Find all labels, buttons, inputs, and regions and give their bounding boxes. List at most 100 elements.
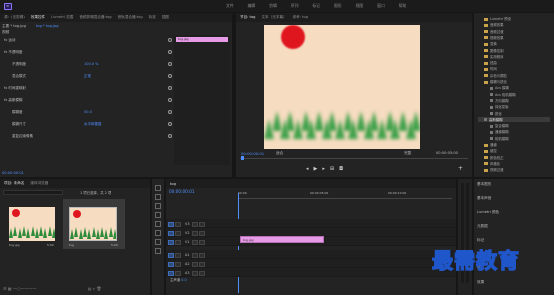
right-panel-item[interactable]: 基本声音 [474,195,554,209]
tab[interactable]: 音频剪辑混合器:tog [79,15,111,20]
track-visibility-toggle[interactable] [199,221,206,227]
reset-icon[interactable] [168,50,172,54]
tab[interactable]: 媒体浏览器 [30,181,48,186]
effects-list-item[interactable]: 通道 [484,142,497,147]
insert-icon[interactable]: ⊞ [330,166,339,172]
effect-row[interactable]: 不透明度 100.0 % [4,61,174,67]
menu-item[interactable]: 帮助 [399,3,407,9]
track-visibility-toggle[interactable] [199,261,206,267]
reset-icon[interactable] [168,86,172,90]
effects-list-item[interactable]: 视频效果 [484,35,504,40]
menu-item[interactable]: 序列 [291,3,299,9]
transport-controls[interactable]: ◂▶▸⊞◘ [306,166,348,172]
razor-tool-icon[interactable] [155,212,161,218]
track-lock-toggle[interactable] [192,270,199,276]
effects-list-item[interactable]: 音频效果 [484,22,504,27]
effects-list-item[interactable]: 风格化 [484,161,500,166]
effects-list-item[interactable]: Lumetri 预设 [484,16,511,21]
menu-item[interactable]: 文件 [226,3,234,9]
icon-view-icon[interactable]: ▦ [8,286,12,291]
track-lock-toggle[interactable] [192,239,199,245]
tab[interactable]: 参考: tog [293,15,308,20]
effects-list-item[interactable]: 通道模糊 [490,129,509,134]
track-target-toggle[interactable] [168,252,174,258]
tab-sequence[interactable]: tog [170,182,176,186]
pen-tool-icon[interactable] [155,230,161,236]
effect-row[interactable]: fx 运动 [4,37,174,43]
timeline-track[interactable]: A2 [166,259,456,268]
reset-icon[interactable] [168,98,172,102]
track-sync-toggle[interactable] [175,239,181,245]
effects-list-item[interactable]: 复合模糊 [490,123,509,128]
tab[interactable]: 源：(无剪辑) [4,15,25,20]
effect-row-value[interactable]: 水平和垂直 [84,121,102,127]
right-panel-item[interactable]: 元数据 [474,223,554,237]
track-lock-toggle[interactable] [192,221,199,227]
track-sync-toggle[interactable] [175,270,181,276]
track-target-toggle[interactable] [168,270,174,276]
track-select-tool-icon[interactable] [155,194,161,200]
tab[interactable]: 项目: 未命名 [4,181,24,186]
track-sync-toggle[interactable] [175,230,181,236]
effects-list-item[interactable]: 视频过渡 [484,167,504,172]
effects-list-item[interactable]: 音频过渡 [484,29,504,34]
right-panel-item[interactable]: 基本图形 [474,181,554,195]
timeline-timecode[interactable]: 00:00:00:01 [169,189,195,194]
ripple-edit-tool-icon[interactable] [155,203,161,209]
effect-row[interactable]: fx 不透明度 [4,49,174,55]
track-target-toggle[interactable] [168,230,174,236]
project-item-selected[interactable]: tog 5:00 [63,199,125,249]
effects-list-item[interactable]: 扭曲 [484,60,497,65]
track-target-toggle[interactable] [168,239,174,245]
track-visibility-toggle[interactable] [199,252,206,258]
tab[interactable]: 插图 [162,15,169,20]
tab[interactable]: 节目: tog [240,15,255,20]
reset-icon[interactable] [168,134,172,138]
effect-row[interactable]: 重复边缘像素 [4,133,174,139]
effects-list-item[interactable]: 杂色与颗粒 [484,73,507,78]
tab[interactable]: 音轨混合器:tog [118,15,143,20]
tab[interactable]: 标准 [149,15,156,20]
sequence-label[interactable]: tog * tog.jpg [36,24,59,28]
reset-icon[interactable] [168,74,172,78]
effect-row[interactable]: 模糊尺寸 水平和垂直 [4,121,174,127]
program-timecode[interactable]: 00:00:00:01 [241,151,264,156]
reset-icon[interactable] [168,110,172,114]
track-sync-toggle[interactable] [175,252,181,258]
menu-item[interactable]: 编辑 [248,3,256,9]
tab[interactable]: 效果控件 [31,15,45,20]
right-panel-item[interactable]: 效果 [474,279,554,293]
step-forward-icon[interactable]: ▸ [322,166,330,172]
effects-list-item[interactable]: Acs 相机模糊 [490,92,516,97]
delete-icon[interactable]: 🗑 [96,286,101,291]
track-lock-toggle[interactable] [192,252,199,258]
effect-row[interactable]: 混合模式 正常 [4,73,174,79]
project-footer-tools[interactable]: ☰ ▦ —○———— ▤ ⌕ 🗑 [3,286,147,292]
effects-list-item[interactable]: 颜色校正 [484,155,504,160]
tab[interactable]: 文本（无字幕） [261,15,286,20]
type-tool-icon[interactable] [155,248,161,254]
effects-list-item[interactable]: 相机模糊 [490,136,509,141]
reset-icon[interactable] [168,122,172,126]
effects-list-item[interactable]: 实用程序 [484,54,504,59]
effects-list-item[interactable]: 键控 [484,148,497,153]
reset-icon[interactable] [168,38,172,42]
scrub-bar[interactable] [240,158,468,159]
track-visibility-toggle[interactable] [199,270,206,276]
step-back-icon[interactable]: ◂ [306,166,314,172]
selection-tool-icon[interactable] [155,185,161,191]
timeline-track[interactable]: A3 [166,268,456,277]
fit-dropdown[interactable]: 适合 [276,151,283,156]
effects-list-item[interactable]: 方向模糊 [490,98,509,103]
quality-dropdown[interactable]: 完整 [404,151,411,156]
timeline-track[interactable]: V3 [166,219,456,228]
track-sync-toggle[interactable] [175,261,181,267]
menu-item[interactable]: 窗口 [377,3,385,9]
master-value[interactable]: 0.0 [181,278,186,282]
track-visibility-toggle[interactable] [199,230,206,236]
effects-list-item[interactable]: 锐化 [490,111,502,116]
track-target-toggle[interactable] [168,221,174,227]
menu-item[interactable]: 图形 [334,3,342,9]
effects-list-item[interactable]: 钝化蒙版 [490,104,509,109]
timeline-clip[interactable]: tog.jpg [240,236,324,243]
